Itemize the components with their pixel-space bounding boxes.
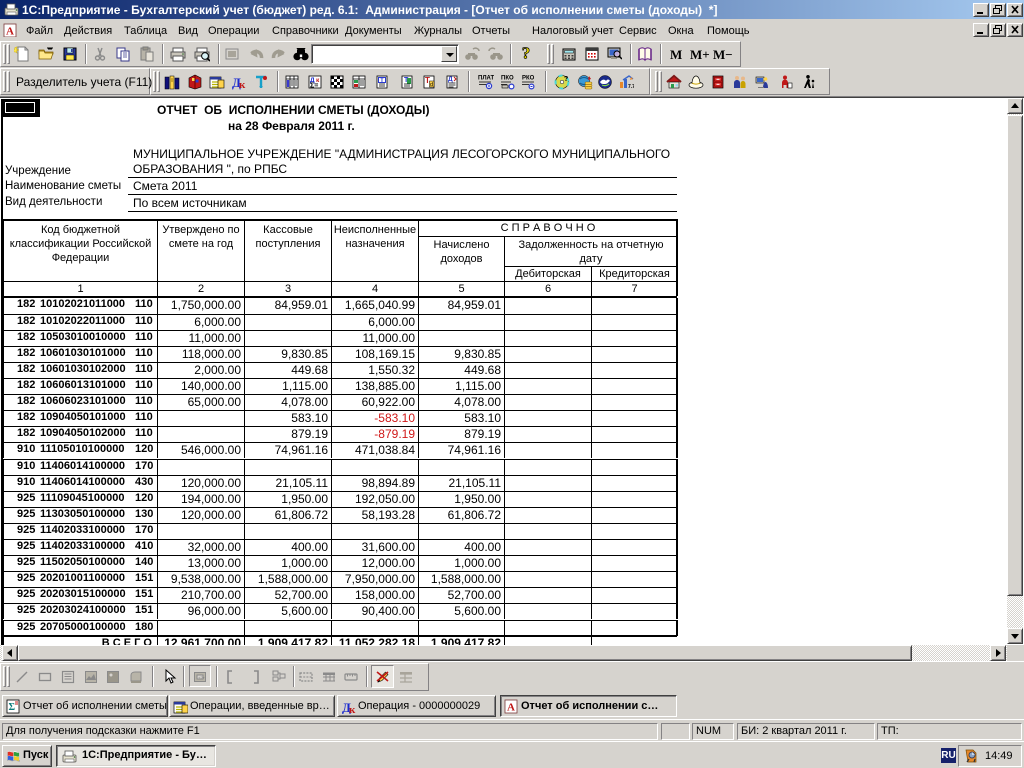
svg-text:Σ: Σ xyxy=(9,702,16,713)
svg-text:ПКО: ПКО xyxy=(501,76,514,82)
svg-text:Σ=: Σ= xyxy=(310,83,318,90)
svg-text:к: к xyxy=(349,704,356,714)
svg-text:к: к xyxy=(239,79,246,90)
svg-text:A: A xyxy=(6,26,14,38)
svg-text:A: A xyxy=(507,702,515,714)
svg-text:РКО: РКО xyxy=(522,76,535,82)
svg-text:Д: Д xyxy=(448,76,453,83)
svg-text:ПЛАТ: ПЛАТ xyxy=(478,76,494,82)
svg-text:d: d xyxy=(430,82,433,88)
svg-text:?: ? xyxy=(564,76,568,83)
svg-text:+2▾: +2▾ xyxy=(198,675,205,680)
svg-text:7.7: 7.7 xyxy=(628,84,634,90)
svg-text:?: ? xyxy=(522,44,531,60)
svg-text:T: T xyxy=(380,78,384,84)
